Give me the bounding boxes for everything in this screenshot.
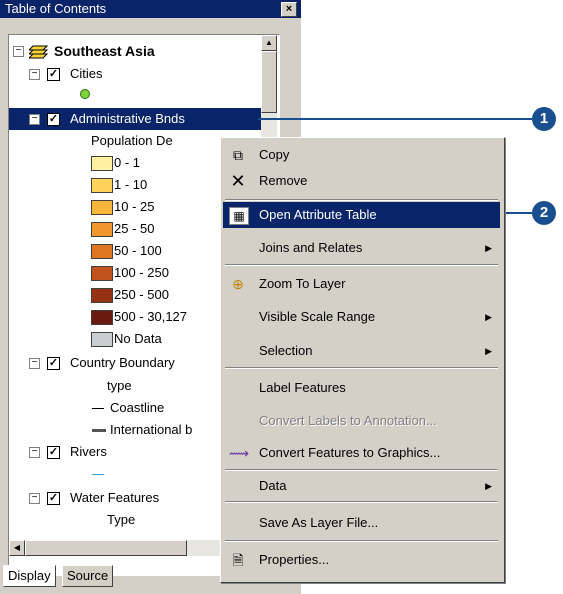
menu-item-visible-scale-range[interactable]: Visible Scale Range ▶ [223, 304, 500, 330]
menu-item-label-features[interactable]: Label Features [223, 375, 500, 401]
submenu-arrow-icon: ▶ [485, 346, 492, 356]
menu-label: Selection [259, 343, 313, 358]
menu-item-copy[interactable]: ⧉ Copy [223, 142, 500, 168]
menu-item-zoom-to-layer[interactable]: ⊕ Zoom To Layer [223, 271, 500, 297]
separator [225, 367, 498, 369]
convert-graphics-icon: ⟿ [229, 445, 250, 461]
table-icon: ▦ [229, 207, 249, 225]
separator [225, 540, 498, 542]
copy-icon: ⧉ [233, 147, 243, 163]
remove-icon: ✕ [230, 171, 246, 191]
menu-label: Visible Scale Range [259, 309, 376, 324]
separator [225, 199, 498, 201]
menu-label: Label Features [259, 380, 346, 395]
menu-item-data[interactable]: Data ▶ [223, 473, 500, 499]
submenu-arrow-icon: ▶ [485, 312, 492, 322]
zoom-icon: ⊕ [232, 276, 244, 292]
menu-item-selection[interactable]: Selection ▶ [223, 338, 500, 364]
menu-item-remove[interactable]: ✕ Remove [223, 168, 500, 194]
menu-label: Convert Features to Graphics... [259, 445, 441, 460]
separator [225, 264, 498, 266]
menu-item-save-as-layer-file[interactable]: Save As Layer File... [223, 510, 500, 536]
menu-label: Save As Layer File... [259, 515, 379, 530]
menu-item-open-attribute-table[interactable]: ▦ Open Attribute Table [223, 202, 500, 228]
menu-label: Remove [259, 173, 308, 188]
menu-label: Copy [259, 147, 290, 162]
properties-icon: 🗎 [232, 552, 244, 568]
separator [225, 501, 498, 503]
submenu-arrow-icon: ▶ [485, 481, 492, 491]
menu-label: Properties... [259, 552, 330, 567]
menu-label: Zoom To Layer [259, 276, 346, 291]
menu-item-convert-features[interactable]: ⟿ Convert Features to Graphics... [223, 440, 500, 466]
context-menu: ⧉ Copy ✕ Remove ▦ Open Attribute Table J… [220, 137, 505, 583]
menu-label: Data [259, 478, 287, 493]
separator [225, 469, 498, 471]
menu-item-properties[interactable]: 🗎 Properties... [223, 547, 500, 573]
menu-item-convert-labels: Convert Labels to Annotation... [223, 408, 500, 434]
menu-label: Joins and Relates [259, 240, 363, 255]
menu-label: Open Attribute Table [259, 207, 377, 222]
callout-2: 2 [532, 201, 556, 225]
callout-1: 1 [532, 107, 556, 131]
menu-item-joins-and-relates[interactable]: Joins and Relates ▶ [223, 235, 500, 261]
menu-label: Convert Labels to Annotation... [259, 413, 437, 428]
submenu-arrow-icon: ▶ [485, 243, 492, 253]
